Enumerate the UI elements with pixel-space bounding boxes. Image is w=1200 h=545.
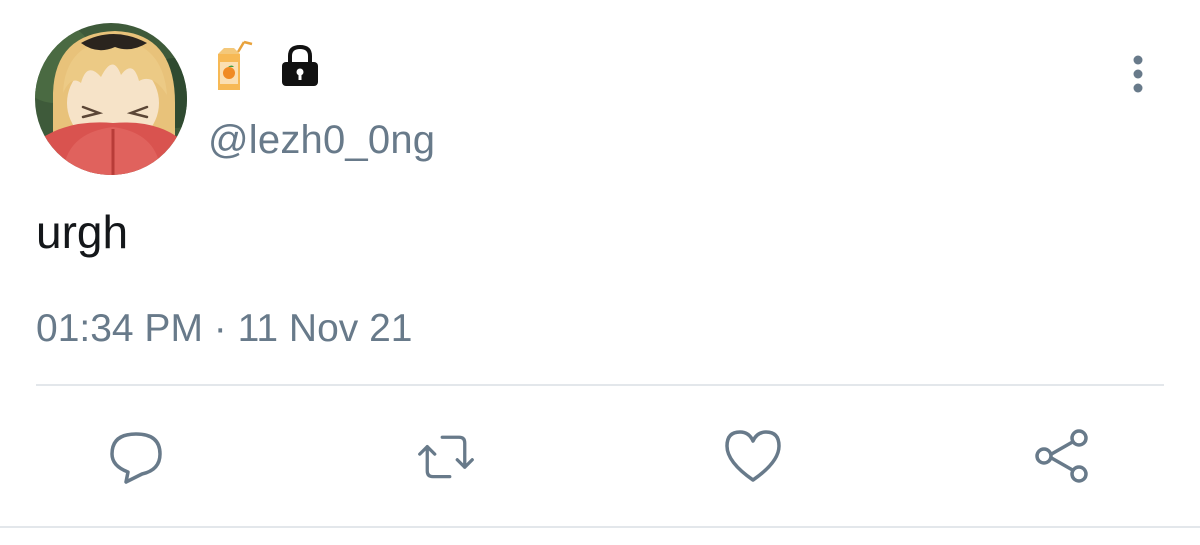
- divider: [36, 384, 1164, 386]
- share-button[interactable]: [1032, 426, 1092, 486]
- avatar[interactable]: [35, 23, 187, 175]
- share-icon: [1035, 429, 1088, 483]
- display-name-row: [214, 40, 322, 96]
- tweet-card: @lezh0_0ng urgh 01:34 PM · 11 Nov 21: [0, 0, 1200, 545]
- reply-icon: [110, 432, 162, 484]
- tweet-timestamp[interactable]: 01:34 PM · 11 Nov 21: [36, 304, 412, 354]
- retweet-button[interactable]: [416, 426, 476, 486]
- like-button[interactable]: [723, 426, 783, 486]
- more-vertical-icon: [1133, 55, 1143, 93]
- user-handle[interactable]: @lezh0_0ng: [208, 112, 435, 168]
- more-options-button[interactable]: [1122, 52, 1154, 96]
- reply-button[interactable]: [106, 426, 166, 486]
- heart-icon: [725, 430, 781, 482]
- tweet-text: urgh: [36, 206, 129, 258]
- bottom-divider: [0, 526, 1200, 528]
- retweet-icon: [418, 435, 474, 479]
- avatar-image: [35, 23, 187, 175]
- lock-icon: [278, 44, 322, 93]
- juice-box-icon: [214, 40, 254, 97]
